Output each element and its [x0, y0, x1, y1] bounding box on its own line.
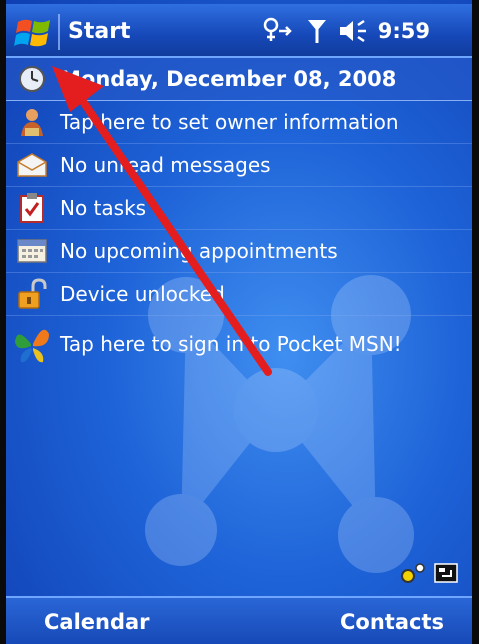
title-separator — [58, 14, 60, 50]
tasks-label: No tasks — [60, 196, 147, 220]
speaker-icon[interactable] — [338, 17, 368, 45]
windows-flag-icon[interactable] — [14, 16, 54, 52]
msn-label: Tap here to sign in to Pocket MSN! — [60, 332, 402, 356]
calendar-icon — [12, 234, 52, 268]
clock-time[interactable]: 9:59 — [378, 19, 430, 43]
messages-label: No unread messages — [60, 153, 271, 177]
title-bar: Start 9:59 — [6, 4, 472, 58]
owner-label: Tap here to set owner information — [60, 110, 399, 134]
screen-right-bezel — [472, 0, 479, 644]
start-menu-button[interactable]: Start — [68, 19, 131, 44]
today-item-owner[interactable]: Tap here to set owner information — [6, 101, 472, 144]
today-item-appointments[interactable]: No upcoming appointments — [6, 230, 472, 273]
msn-butterfly-icon — [12, 327, 52, 363]
lock-status-label: Device unlocked — [60, 282, 225, 306]
tasks-icon — [12, 191, 52, 225]
notification-tray — [400, 562, 458, 584]
today-item-lock[interactable]: Device unlocked — [6, 273, 472, 316]
clock-icon — [12, 62, 52, 96]
today-item-messages[interactable]: No unread messages — [6, 144, 472, 187]
connectivity-icon[interactable] — [262, 17, 296, 45]
today-item-date[interactable]: Monday, December 08, 2008 — [6, 58, 472, 101]
owner-icon — [12, 105, 52, 139]
status-area: 9:59 — [262, 16, 430, 46]
network-status-icon[interactable] — [400, 562, 426, 584]
today-items-list: Monday, December 08, 2008 Tap here to se… — [6, 58, 472, 372]
date-label: Monday, December 08, 2008 — [60, 67, 397, 91]
today-item-msn[interactable]: Tap here to sign in to Pocket MSN! — [6, 316, 472, 372]
today-screen: Start 9:59 Monday, December 08, 2008 Tap… — [6, 0, 472, 644]
envelope-icon — [12, 148, 52, 182]
today-item-tasks[interactable]: No tasks — [6, 187, 472, 230]
appointments-label: No upcoming appointments — [60, 239, 338, 263]
padlock-icon — [12, 277, 52, 311]
signal-icon[interactable] — [306, 17, 328, 45]
softkey-contacts[interactable]: Contacts — [340, 610, 444, 634]
softkey-calendar[interactable]: Calendar — [44, 610, 150, 634]
keyboard-input-icon[interactable] — [434, 562, 458, 584]
softkey-bar: Calendar Contacts — [6, 596, 472, 644]
